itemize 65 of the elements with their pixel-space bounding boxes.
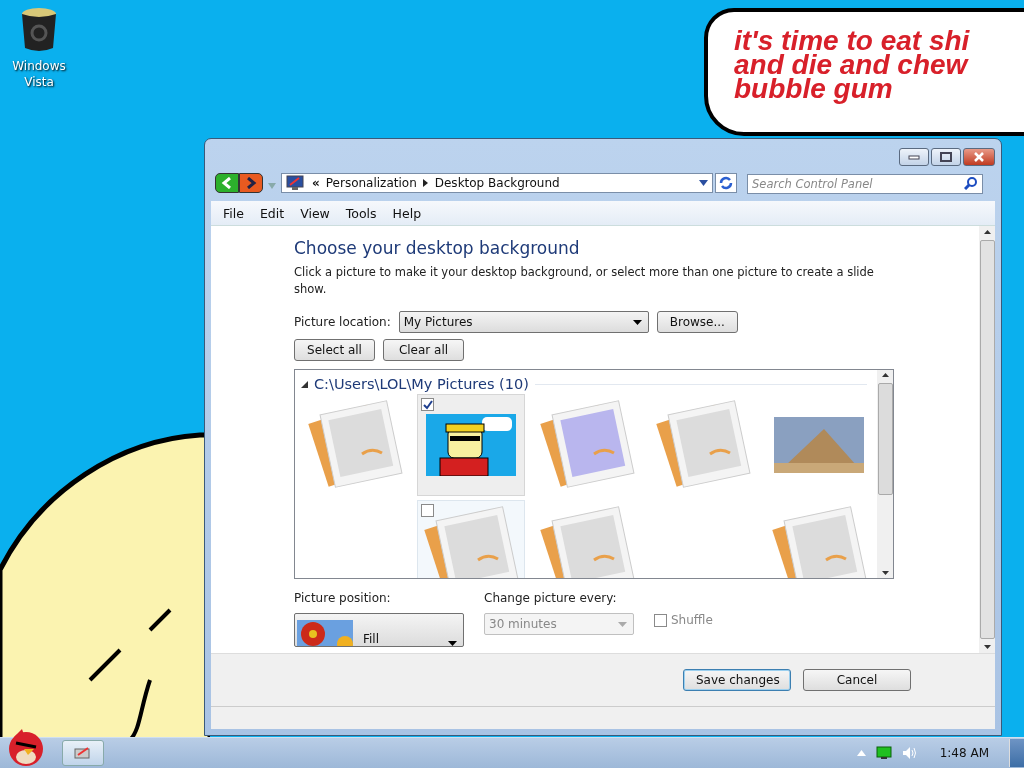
interval-label: Change picture every: xyxy=(484,591,618,605)
page-scrollbar[interactable] xyxy=(979,226,995,653)
refresh-button[interactable] xyxy=(715,173,737,193)
position-dropdown[interactable]: Fill xyxy=(294,613,464,647)
description-text: Click a picture to make it your desktop background, or select more than one picture to create a slide show. xyxy=(294,264,875,298)
dropdown-arrow-icon xyxy=(448,641,457,646)
overflow-chevron[interactable]: « xyxy=(312,176,320,190)
image-file-icon xyxy=(307,399,403,491)
image-file-icon xyxy=(539,399,635,491)
dropdown-arrow-icon[interactable] xyxy=(699,180,708,186)
back-button[interactable] xyxy=(215,173,239,193)
position-label: Picture position: xyxy=(294,591,392,605)
selection-button[interactable]: Clear all xyxy=(383,339,464,361)
trash-bin-icon[interactable] xyxy=(19,6,59,52)
menu-item[interactable]: Edit xyxy=(251,205,293,221)
location-label: Picture location: xyxy=(294,315,391,329)
show-desktop-button[interactable] xyxy=(1009,739,1024,767)
breadcrumb-arrow-icon[interactable] xyxy=(422,179,429,187)
image-file-icon xyxy=(771,505,867,578)
menu-item[interactable]: Help xyxy=(384,205,430,221)
taskbar-button[interactable] xyxy=(62,740,104,766)
location-dropdown[interactable]: My Pictures xyxy=(398,311,649,333)
image-file-icon xyxy=(539,505,635,578)
menu-item[interactable]: Tools xyxy=(337,205,385,221)
close-icon xyxy=(973,152,985,162)
scroll-down-icon[interactable] xyxy=(881,571,889,575)
image-file-icon xyxy=(423,505,519,578)
folder-group-header[interactable]: C:\Users\LOL\My Pictures (10) xyxy=(314,376,529,392)
dialog-button[interactable]: Save changes xyxy=(683,669,791,691)
scroll-down-icon[interactable] xyxy=(983,645,991,649)
picture-checkbox[interactable] xyxy=(421,504,434,517)
picture-thumbnail[interactable] xyxy=(417,394,525,496)
scrollbar[interactable] xyxy=(877,370,893,578)
breadcrumb-item[interactable]: Desktop Background xyxy=(434,176,560,190)
close-button[interactable] xyxy=(963,148,995,166)
image-file-icon xyxy=(655,399,751,491)
dropdown-arrow-icon xyxy=(618,621,627,627)
dropdown-arrow-icon xyxy=(632,319,642,325)
search-field[interactable]: Search Control Panel xyxy=(747,174,983,194)
address-bar[interactable]: « Personalization Desktop Background xyxy=(281,173,713,193)
control-panel-icon xyxy=(286,175,304,191)
maximize-icon xyxy=(940,152,952,162)
refresh-icon xyxy=(719,176,733,190)
scroll-up-icon[interactable] xyxy=(881,373,889,377)
forward-button[interactable] xyxy=(239,173,263,193)
flower-icon xyxy=(297,620,353,646)
browse-button[interactable]: Browse... xyxy=(656,311,738,333)
collapse-arrow-icon[interactable] xyxy=(301,380,308,388)
maximize-button[interactable] xyxy=(931,148,961,166)
search-icon[interactable] xyxy=(964,176,978,190)
breadcrumb-item[interactable]: Personalization xyxy=(325,176,417,190)
picture-thumbnail[interactable] xyxy=(417,500,525,578)
scroll-up-icon[interactable] xyxy=(983,230,991,234)
speech-text: bubble gum xyxy=(734,74,894,104)
minimize-button[interactable] xyxy=(899,148,929,166)
minimize-icon xyxy=(908,154,920,160)
menu-item[interactable]: File xyxy=(215,205,252,221)
picture-checkbox[interactable] xyxy=(421,398,434,411)
dialog-button[interactable]: Cancel xyxy=(803,669,911,691)
menu-item[interactable]: View xyxy=(292,205,338,221)
clock[interactable]: 1:48 AM xyxy=(939,746,989,760)
control-panel-icon xyxy=(74,746,92,760)
page-heading: Choose your desktop background xyxy=(294,238,581,258)
network-icon[interactable] xyxy=(875,746,892,760)
selection-button[interactable]: Select all xyxy=(294,339,375,361)
